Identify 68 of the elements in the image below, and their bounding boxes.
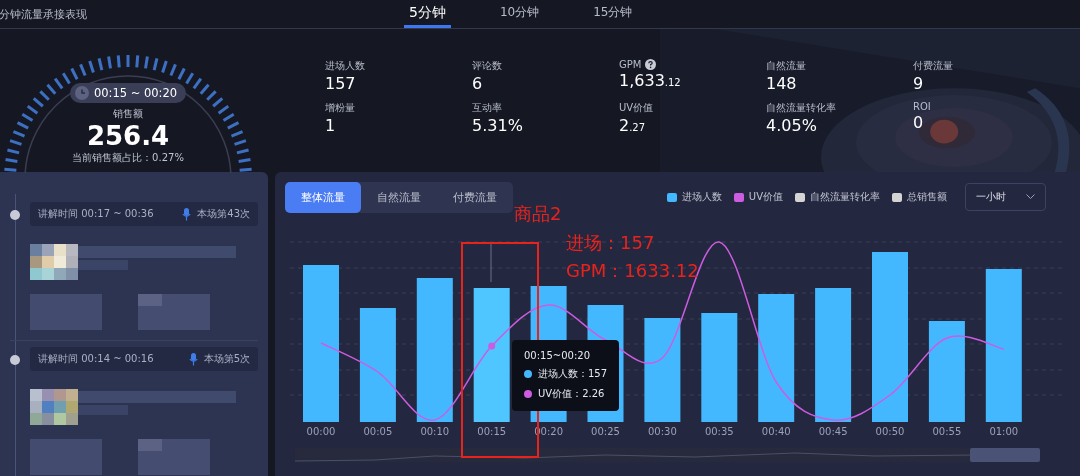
overview-scrollbar[interactable]	[294, 448, 1041, 462]
chevron-down-icon	[1026, 194, 1035, 200]
metric-value: 9	[913, 73, 925, 95]
legend-label[interactable]: 总销售额	[907, 190, 947, 204]
explain-time: 讲解时间 00:14 ~ 00:16	[38, 352, 154, 366]
traffic-tab[interactable]: 付费流量	[437, 181, 513, 213]
timeline-dot	[10, 210, 20, 220]
x-axis-label: 00:00	[306, 426, 336, 437]
x-axis-label: 00:45	[818, 426, 848, 437]
metric-label: 增粉量	[325, 101, 355, 115]
interval-tab[interactable]: 5分钟	[404, 0, 451, 28]
x-axis-label: 00:15	[477, 426, 507, 437]
explain-time: 讲解时间 00:17 ~ 00:36	[38, 207, 154, 221]
annotation-title: 商品2	[514, 202, 562, 226]
x-axis-label: 00:55	[932, 426, 962, 437]
legend-label[interactable]: 自然流量转化率	[810, 190, 880, 204]
tooltip-title: 00:15~00:20	[524, 350, 591, 361]
tooltip-value: UV价值：2.26	[538, 387, 605, 401]
x-axis-label: 00:35	[704, 426, 734, 437]
metric-label: 进场人数	[325, 59, 365, 73]
range-dropdown[interactable]: 一小时	[965, 183, 1046, 211]
explain-count: 本场第5次	[203, 352, 250, 366]
metric-label: 付费流量	[913, 59, 953, 73]
metric-value: 5.31%	[472, 115, 524, 137]
metric-value: 157	[325, 73, 357, 95]
x-axis-label: 01:00	[989, 426, 1019, 437]
microphone-icon	[182, 207, 192, 221]
x-axis-label: 00:05	[363, 426, 393, 437]
metric-label: ROI	[913, 101, 931, 112]
x-axis-label: 00:30	[648, 426, 677, 437]
traffic-tab[interactable]: 整体流量	[285, 181, 361, 213]
sales-share: 当前销售额占比：0.27%	[72, 151, 184, 165]
metric-value: 1	[325, 115, 337, 137]
metric-value: 2.27	[619, 115, 647, 137]
data-point	[488, 342, 496, 350]
interval-tab[interactable]: 10分钟	[494, 0, 545, 28]
metric-label: 评论数	[472, 59, 502, 73]
microphone-icon	[188, 352, 198, 366]
section-title: 分钟流量承接表现	[0, 6, 88, 22]
metric-label: 互动率	[472, 101, 502, 115]
interval-tab[interactable]: 15分钟	[588, 0, 638, 28]
legend-label[interactable]: UV价值	[748, 190, 783, 204]
metric-value: 6	[472, 73, 484, 95]
metric-value: 0	[913, 112, 925, 134]
explain-count: 本场第43次	[197, 207, 250, 221]
metric-label: 自然流量转化率	[766, 101, 836, 115]
x-axis-label: 00:40	[761, 426, 791, 437]
metric-value: 1,633.12	[619, 70, 682, 92]
legend-label[interactable]: 进场人数	[681, 190, 722, 204]
metric-value: 4.05%	[766, 115, 818, 137]
time-range: 00:15 ~ 00:20	[93, 86, 178, 100]
annotation-text: 进场：157	[566, 231, 656, 255]
help-icon[interactable]	[645, 59, 657, 70]
x-axis-label: 00:25	[591, 426, 620, 437]
x-axis-label: 00:50	[875, 426, 905, 437]
x-axis-label: 00:10	[420, 426, 450, 437]
traffic-tab[interactable]: 自然流量	[361, 181, 437, 213]
metric-value: 148	[766, 73, 798, 95]
cursor-line	[490, 241, 492, 283]
tooltip-value: 进场人数：157	[538, 367, 608, 381]
metric-label: 自然流量	[766, 59, 806, 73]
metric-label: GPM	[619, 59, 642, 70]
annotation-text: GPM：1633.12	[566, 259, 699, 283]
metric-label: UV价值	[619, 101, 654, 115]
clock-icon	[74, 86, 89, 100]
sales-label: 销售额	[113, 107, 143, 121]
sales-value: 256.4	[86, 121, 170, 151]
timeline-dot	[10, 355, 20, 365]
